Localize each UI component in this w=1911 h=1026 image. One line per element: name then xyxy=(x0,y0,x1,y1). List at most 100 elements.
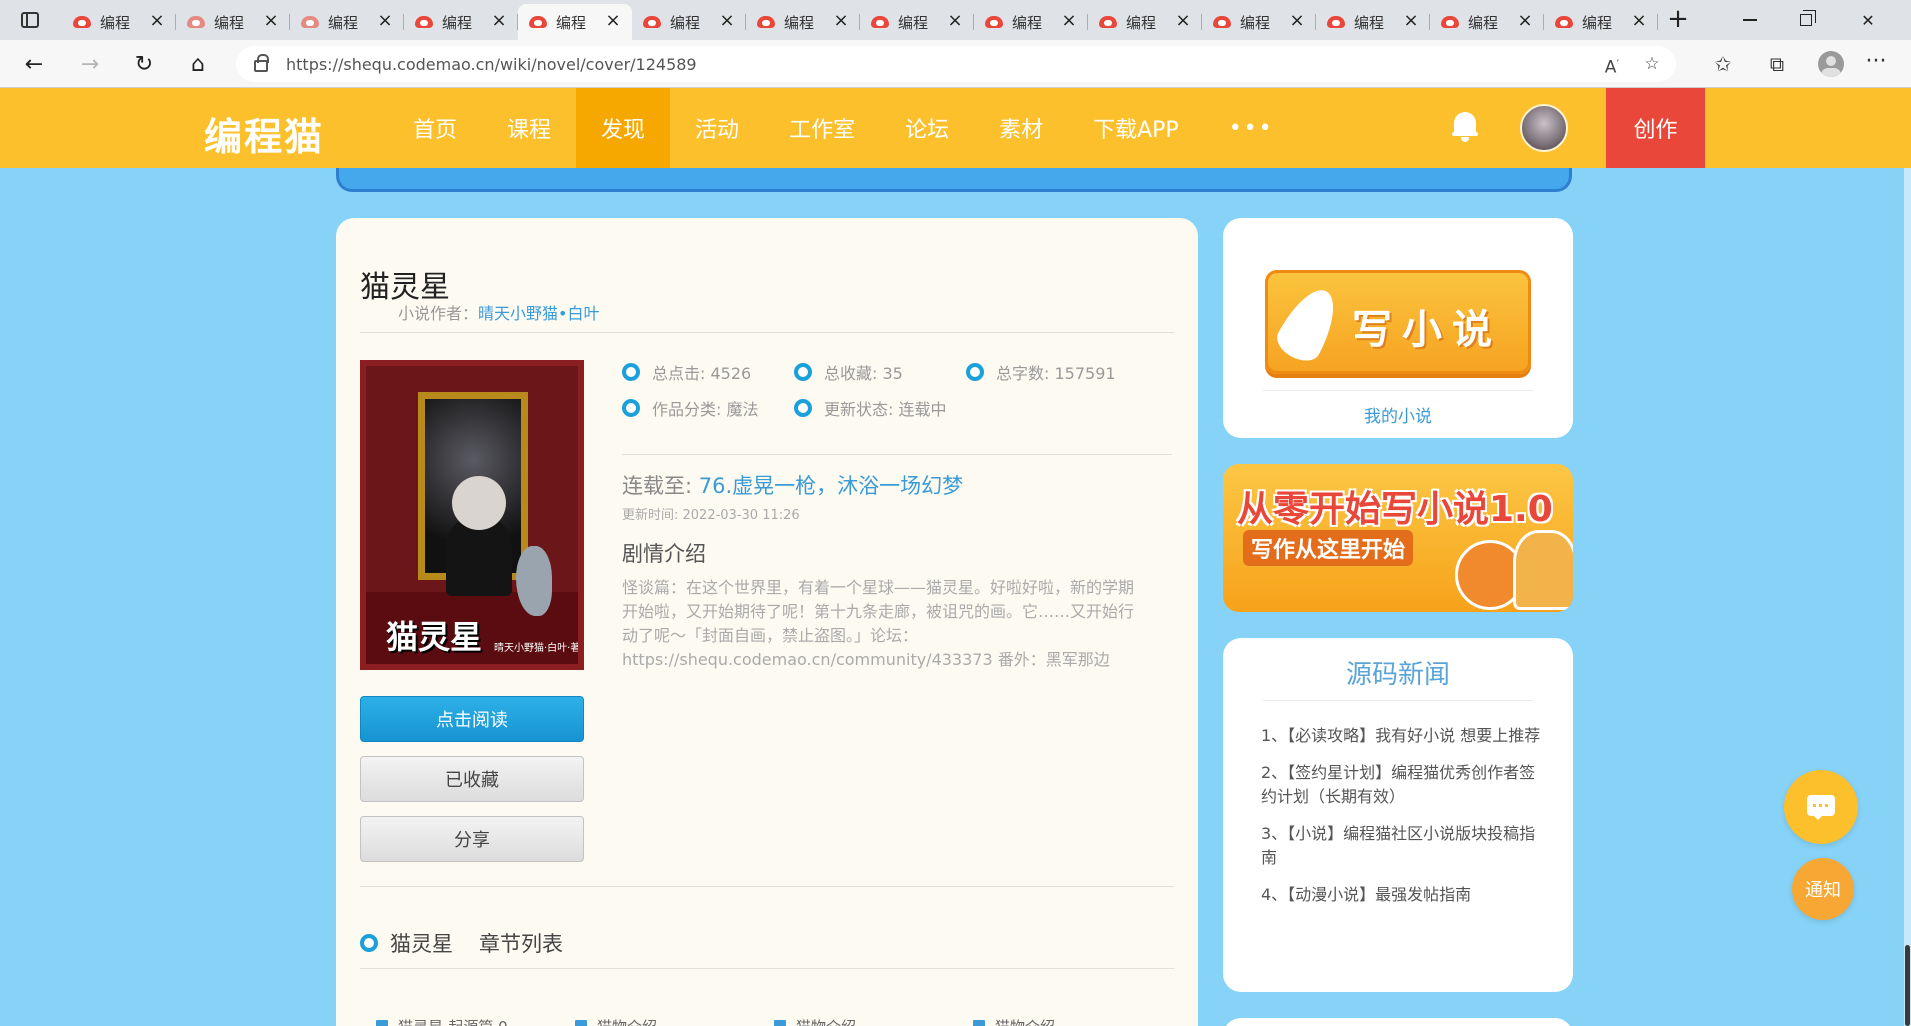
novel-cover-image[interactable]: 猫灵星 晴天小野猫·白叶·著 xyxy=(360,360,584,670)
top-banner[interactable] xyxy=(336,168,1572,192)
tab-close-icon[interactable]: × xyxy=(1060,12,1078,31)
write-novel-card: 写小说 我的小说 xyxy=(1223,218,1573,438)
browser-tab[interactable]: 编程 × xyxy=(176,4,290,40)
browser-tab[interactable]: 编程 × xyxy=(974,4,1088,40)
browser-tab[interactable]: 编程 × xyxy=(290,4,404,40)
add-favorite-icon[interactable]: ☆ xyxy=(1640,52,1664,76)
author-link[interactable]: 晴天小野猫•白叶 xyxy=(478,304,599,323)
ring-bullet-icon xyxy=(622,363,640,381)
tab-close-icon[interactable]: × xyxy=(946,12,964,31)
news-item[interactable]: 2、【签约星计划】编程猫优秀创作者签约计划（长期有效） xyxy=(1261,761,1551,809)
tab-close-icon[interactable]: × xyxy=(490,12,508,31)
profile-button[interactable] xyxy=(1804,48,1858,80)
ring-bullet-icon xyxy=(794,363,812,381)
read-button[interactable]: 点击阅读 xyxy=(360,696,584,742)
browser-tab[interactable]: 编程 × xyxy=(1316,4,1430,40)
news-item[interactable]: 3、【小说】编程猫社区小说版块投稿指南 xyxy=(1261,822,1551,870)
codemao-favicon-icon xyxy=(756,13,776,31)
url-field[interactable]: https://shequ.codemao.cn/wiki/novel/cove… xyxy=(236,46,1676,82)
stat-clicks: 总点击: 4526 xyxy=(622,360,751,384)
nav-item[interactable]: 下载APP xyxy=(1068,88,1204,168)
notification-bell-icon[interactable] xyxy=(1452,112,1478,142)
promo-banner[interactable]: 从零开始写小说1.0 写作从这里开始 xyxy=(1223,464,1573,612)
favorited-button[interactable]: 已收藏 xyxy=(360,756,584,802)
page-scrollbar-track[interactable] xyxy=(1904,168,1911,1026)
notice-button[interactable]: 通知 xyxy=(1792,858,1854,920)
tab-close-icon[interactable]: × xyxy=(832,12,850,31)
close-icon: ✕ xyxy=(1861,10,1875,30)
page-scrollbar-thumb[interactable] xyxy=(1905,945,1910,1026)
forward-button[interactable]: → xyxy=(72,48,108,80)
create-button[interactable]: 创作 xyxy=(1606,88,1705,168)
codemao-favicon-icon xyxy=(1098,13,1118,31)
codemao-favicon-icon xyxy=(1554,13,1574,31)
browser-tab[interactable]: 编程 × xyxy=(1088,4,1202,40)
browser-tab[interactable]: 编程 × xyxy=(1430,4,1544,40)
browser-tab[interactable]: 编程 × xyxy=(1544,4,1658,40)
tab-close-icon[interactable]: × xyxy=(148,12,166,31)
nav-item[interactable]: 课程 xyxy=(482,88,576,168)
chat-button[interactable] xyxy=(1784,770,1858,844)
browser-tab[interactable]: 编程 × xyxy=(518,4,632,40)
user-avatar[interactable] xyxy=(1520,104,1568,152)
chapter-item[interactable]: 猫物介绍 xyxy=(774,1016,973,1026)
home-button[interactable]: ⌂ xyxy=(180,48,216,80)
collections-icon: ⧉ xyxy=(1769,52,1785,76)
browser-tab-strip: 编程 × 编程 × 编程 × 编程 × 编程 × 编程 × 编程 × 编程 × 编程 × 编程 × 编程 × 编程 × 编程 × 编… xyxy=(0,0,1911,40)
codemao-favicon-icon xyxy=(642,13,662,31)
tab-close-icon[interactable]: × xyxy=(262,12,280,31)
tab-label: 编程 xyxy=(442,13,473,32)
more-icon: ··· xyxy=(1865,49,1887,74)
reload-button[interactable]: ↻ xyxy=(126,48,162,80)
tab-close-icon[interactable]: × xyxy=(1402,12,1420,31)
browser-tab[interactable]: 编程 × xyxy=(860,4,974,40)
browser-tab[interactable]: 编程 × xyxy=(632,4,746,40)
my-novels-link[interactable]: 我的小说 xyxy=(1223,402,1573,427)
nav-item[interactable]: 首页 xyxy=(388,88,482,168)
collections-button[interactable]: ⧉ xyxy=(1750,48,1804,80)
browser-tab[interactable]: 编程 × xyxy=(404,4,518,40)
nav-item[interactable]: 工作室 xyxy=(764,88,880,168)
chapter-item[interactable]: 猫物介绍 xyxy=(575,1016,774,1026)
news-item[interactable]: 1、【必读攻略】我有好小说 想要上推荐 xyxy=(1261,724,1551,748)
tab-close-icon[interactable]: × xyxy=(1630,12,1648,31)
chapter-item[interactable]: 猫物介绍 xyxy=(973,1016,1172,1026)
tab-actions-button[interactable] xyxy=(12,8,48,32)
read-aloud-icon[interactable]: Aʼ xyxy=(1600,52,1624,78)
arrow-left-icon: ← xyxy=(24,51,44,77)
minimize-button[interactable] xyxy=(1722,0,1778,40)
back-button[interactable]: ← xyxy=(16,48,52,80)
tab-close-icon[interactable]: × xyxy=(1516,12,1534,31)
promo-subtitle: 写作从这里开始 xyxy=(1243,530,1414,566)
tab-close-icon[interactable]: × xyxy=(376,12,394,31)
nav-more-button[interactable]: ••• xyxy=(1204,88,1299,168)
new-tab-button[interactable]: + xyxy=(1662,6,1694,34)
tab-close-icon[interactable]: × xyxy=(1288,12,1306,31)
restore-button[interactable] xyxy=(1778,0,1834,40)
cover-title-text: 猫灵星 xyxy=(386,618,483,656)
ring-bullet-icon xyxy=(360,934,378,952)
favorites-button[interactable]: ✩ xyxy=(1696,48,1750,80)
news-item[interactable]: 4、【动漫小说】最强发帖指南 xyxy=(1261,883,1551,907)
latest-chapter-link[interactable]: 76.虚晃一枪，沐浴一场幻梦 xyxy=(699,474,963,498)
tab-close-icon[interactable]: × xyxy=(718,12,736,31)
site-logo[interactable]: 编程猫 xyxy=(204,106,324,161)
nav-item[interactable]: 论坛 xyxy=(880,88,974,168)
write-novel-button[interactable]: 写小说 xyxy=(1265,270,1531,374)
nav-item[interactable]: 活动 xyxy=(670,88,764,168)
codemao-favicon-icon xyxy=(528,13,548,31)
browser-tab[interactable]: 编程 × xyxy=(746,4,860,40)
author-line: 小说作者：晴天小野猫•白叶 xyxy=(398,300,599,324)
chapter-item[interactable]: 猫灵星-起源篇 0 xyxy=(376,1016,575,1026)
browser-tab[interactable]: 编程 × xyxy=(1202,4,1316,40)
tab-close-icon[interactable]: × xyxy=(604,12,622,31)
nav-item[interactable]: 发现 xyxy=(576,88,671,168)
close-window-button[interactable]: ✕ xyxy=(1840,0,1896,40)
plot-heading: 剧情介绍 xyxy=(622,542,706,566)
settings-more-button[interactable]: ··· xyxy=(1856,48,1896,80)
share-button[interactable]: 分享 xyxy=(360,816,584,862)
browser-tab[interactable]: 编程 × xyxy=(62,4,176,40)
tab-close-icon[interactable]: × xyxy=(1174,12,1192,31)
nav-item[interactable]: 素材 xyxy=(974,88,1068,168)
profile-avatar-icon xyxy=(1818,51,1844,77)
